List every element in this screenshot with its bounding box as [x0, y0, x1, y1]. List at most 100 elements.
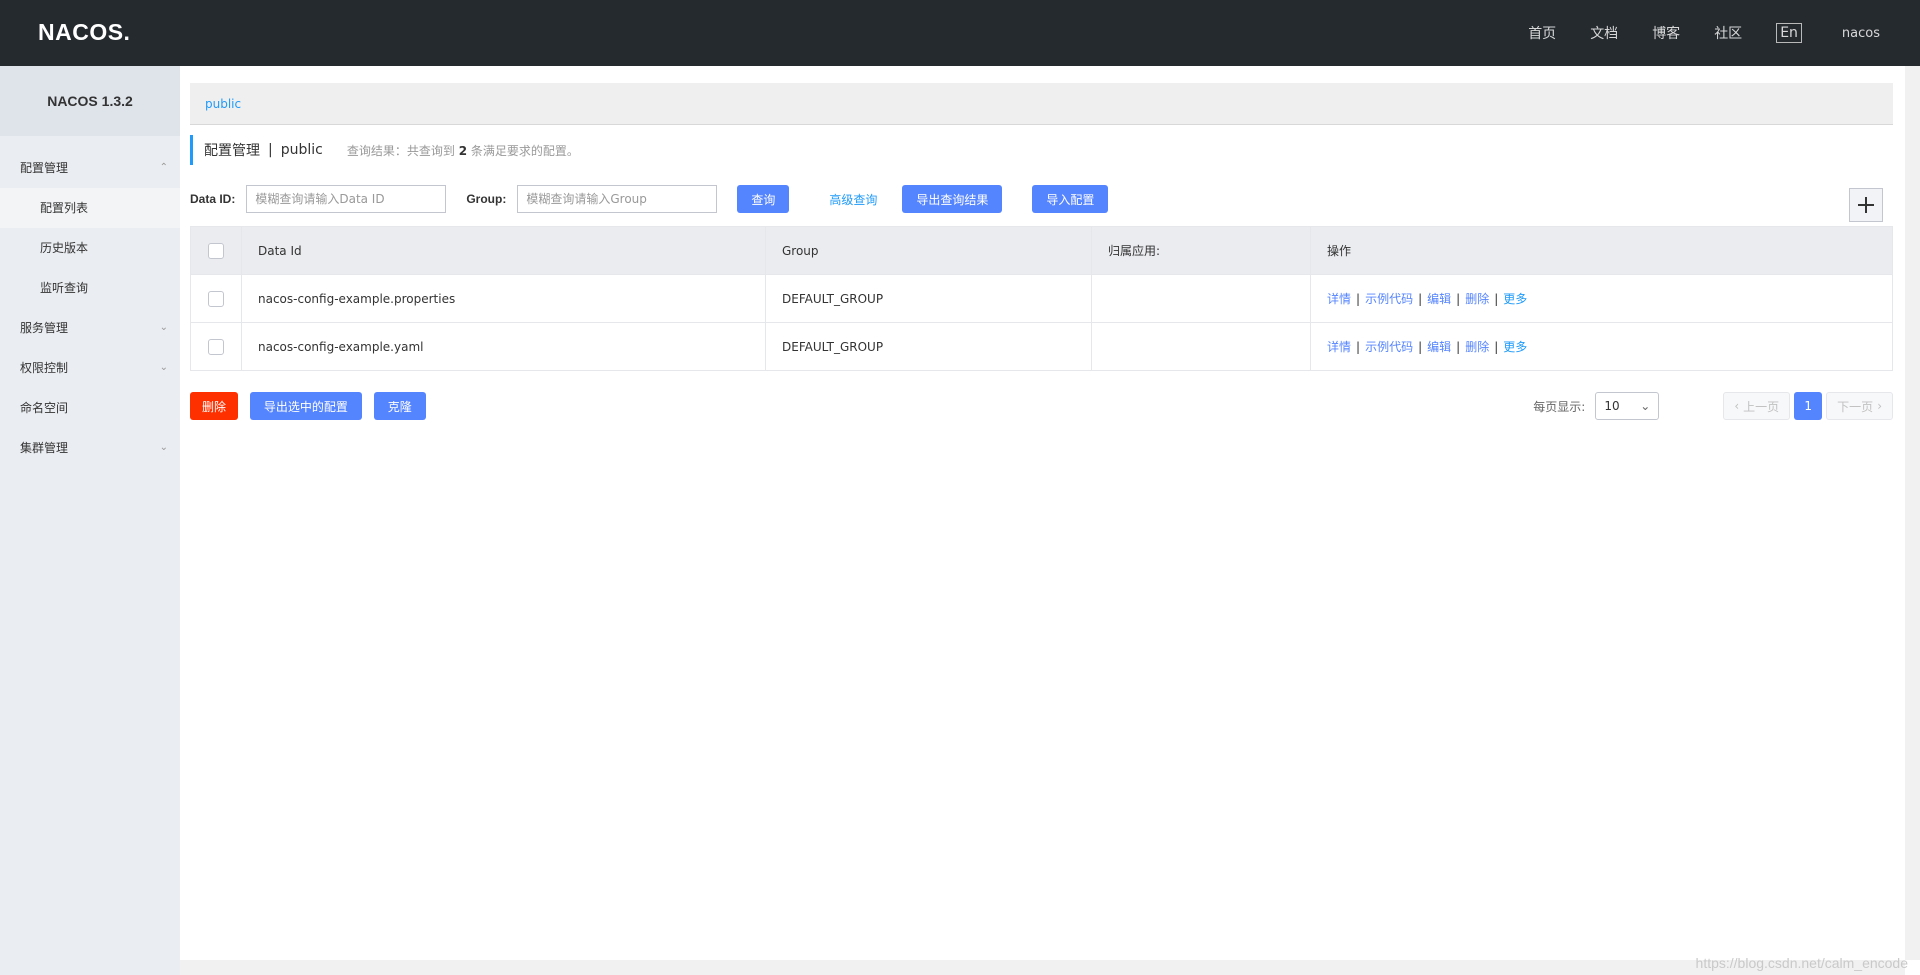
page-size-select[interactable]: 10 ⌄ [1595, 392, 1660, 420]
logo-text: NACOS. [38, 18, 131, 45]
dataid-label: Data ID: [190, 192, 236, 206]
table-row: nacos-config-example.yaml DEFAULT_GROUP … [190, 322, 1893, 371]
pagination: 每页显示: 10 ⌄ ‹ 上一页 1 下一页 › [1533, 392, 1893, 420]
delete-selected-button[interactable]: 删除 [190, 392, 239, 420]
edit-link[interactable]: 编辑 [1427, 292, 1451, 306]
sidebar-item-history[interactable]: 历史版本 [0, 228, 180, 268]
chevron-down-icon: ⌄ [1640, 399, 1651, 413]
top-nav: 首页 文档 博客 社区 En nacos [1528, 0, 1920, 66]
chevron-right-icon: › [1877, 399, 1882, 413]
sidebar-item-listener[interactable]: 监听查询 [0, 268, 180, 308]
cell-dataid: nacos-config-example.properties [241, 274, 766, 323]
sidebar-item-label: 权限控制 [20, 361, 69, 375]
chevron-down-icon: ⌄ [159, 322, 168, 333]
result-prefix: 查询结果：共查询到 [346, 143, 455, 158]
sidebar-item-namespace[interactable]: 命名空间 [0, 388, 180, 428]
group-input[interactable] [517, 185, 718, 213]
export-query-result-button[interactable]: 导出查询结果 [902, 185, 1003, 213]
nav-blog[interactable]: 博客 [1652, 23, 1680, 43]
search-bar: Data ID: Group: 查询 高级查询 导出查询结果 导入配置 [190, 184, 1893, 214]
edit-link[interactable]: 编辑 [1427, 340, 1451, 354]
op-separator: | [1494, 340, 1499, 354]
group-label: Group: [466, 192, 507, 206]
query-button[interactable]: 查询 [737, 185, 790, 213]
sidebar-item-label: 命名空间 [20, 401, 69, 415]
delete-link[interactable]: 删除 [1465, 340, 1489, 354]
op-separator: | [1356, 292, 1361, 306]
watermark-text: https://blog.csdn.net/calm_encode [1695, 955, 1908, 971]
op-separator: | [1418, 292, 1423, 306]
column-header-app: 归属应用: [1091, 226, 1311, 275]
namespace-bar: public [190, 83, 1893, 125]
sample-code-link[interactable]: 示例代码 [1365, 340, 1413, 354]
add-config-button[interactable] [1849, 188, 1883, 222]
chevron-left-icon: ‹ [1734, 399, 1740, 413]
chevron-up-icon: ⌃ [159, 162, 168, 173]
sample-code-link[interactable]: 示例代码 [1365, 292, 1413, 306]
row-checkbox-cell [190, 274, 242, 323]
sidebar-item-config-list[interactable]: 配置列表 [0, 188, 180, 228]
detail-link[interactable]: 详情 [1327, 292, 1351, 306]
sidebar-item-cluster[interactable]: 集群管理 ⌄ [0, 428, 180, 468]
next-page-button[interactable]: 下一页 › [1826, 392, 1893, 420]
op-separator: | [1356, 340, 1361, 354]
cell-group: DEFAULT_GROUP [765, 274, 1092, 323]
delete-link[interactable]: 删除 [1465, 292, 1489, 306]
row-checkbox[interactable] [208, 338, 224, 355]
clone-button[interactable]: 克隆 [373, 392, 426, 420]
cell-app [1091, 274, 1311, 323]
vertical-scrollbar[interactable] [1905, 66, 1920, 960]
row-checkbox[interactable] [208, 290, 224, 307]
nav-docs[interactable]: 文档 [1590, 23, 1618, 43]
cell-ops: 详情 | 示例代码 | 编辑 | 删除 | 更多 [1310, 322, 1893, 371]
title-separator: | [268, 142, 273, 158]
export-selected-button[interactable]: 导出选中的配置 [249, 392, 362, 420]
sidebar-item-label: 服务管理 [20, 321, 69, 335]
op-separator: | [1456, 340, 1461, 354]
sidebar-item-service-mgmt[interactable]: 服务管理 ⌄ [0, 308, 180, 348]
result-suffix: 条满足要求的配置。 [470, 143, 579, 158]
nav-home[interactable]: 首页 [1528, 23, 1556, 43]
cell-dataid: nacos-config-example.yaml [241, 322, 766, 371]
page-number-current[interactable]: 1 [1794, 392, 1823, 420]
dataid-input[interactable] [246, 185, 447, 213]
plus-icon [1858, 197, 1874, 213]
column-header-dataid: Data Id [241, 226, 766, 275]
more-link[interactable]: 更多 [1503, 340, 1527, 354]
op-separator: | [1418, 340, 1423, 354]
page-title: 配置管理 [204, 143, 260, 159]
sidebar-item-auth[interactable]: 权限控制 ⌄ [0, 348, 180, 388]
nacos-logo[interactable]: NACOS. [38, 18, 130, 46]
advanced-query-link[interactable]: 高级查询 [829, 191, 877, 208]
namespace-public-link[interactable]: public [205, 97, 241, 111]
op-separator: | [1456, 292, 1461, 306]
header-checkbox-cell [190, 226, 242, 275]
page-size-value: 10 [1604, 399, 1620, 413]
table-header-row: Data Id Group 归属应用: 操作 [190, 226, 1893, 275]
page-size-label: 每页显示: [1533, 399, 1586, 414]
row-checkbox-cell [190, 322, 242, 371]
detail-link[interactable]: 详情 [1327, 340, 1351, 354]
cell-ops: 详情 | 示例代码 | 编辑 | 删除 | 更多 [1310, 274, 1893, 323]
language-toggle[interactable]: En [1776, 23, 1802, 43]
op-separator: | [1494, 292, 1499, 306]
column-header-ops: 操作 [1310, 226, 1893, 275]
top-header: NACOS. 首页 文档 博客 社区 En nacos [0, 0, 1920, 66]
cell-group: DEFAULT_GROUP [765, 322, 1092, 371]
title-namespace: public [280, 142, 323, 158]
chevron-down-icon: ⌄ [159, 362, 168, 373]
cell-app [1091, 322, 1311, 371]
prev-page-button[interactable]: ‹ 上一页 [1723, 392, 1791, 420]
user-name[interactable]: nacos [1842, 26, 1880, 41]
sidebar-item-label: 集群管理 [20, 441, 69, 455]
import-config-button[interactable]: 导入配置 [1032, 185, 1109, 213]
more-link[interactable]: 更多 [1503, 292, 1527, 306]
sidebar-item-label: 配置管理 [20, 161, 69, 175]
table-row: nacos-config-example.properties DEFAULT_… [190, 274, 1893, 323]
config-table: Data Id Group 归属应用: 操作 nacos-config-exam… [190, 226, 1893, 371]
sidebar-version: NACOS 1.3.2 [0, 66, 180, 136]
select-all-checkbox[interactable] [208, 242, 224, 259]
horizontal-scrollbar[interactable] [180, 960, 1905, 975]
nav-community[interactable]: 社区 [1714, 23, 1742, 43]
sidebar-item-config-mgmt[interactable]: 配置管理 ⌃ [0, 148, 180, 188]
